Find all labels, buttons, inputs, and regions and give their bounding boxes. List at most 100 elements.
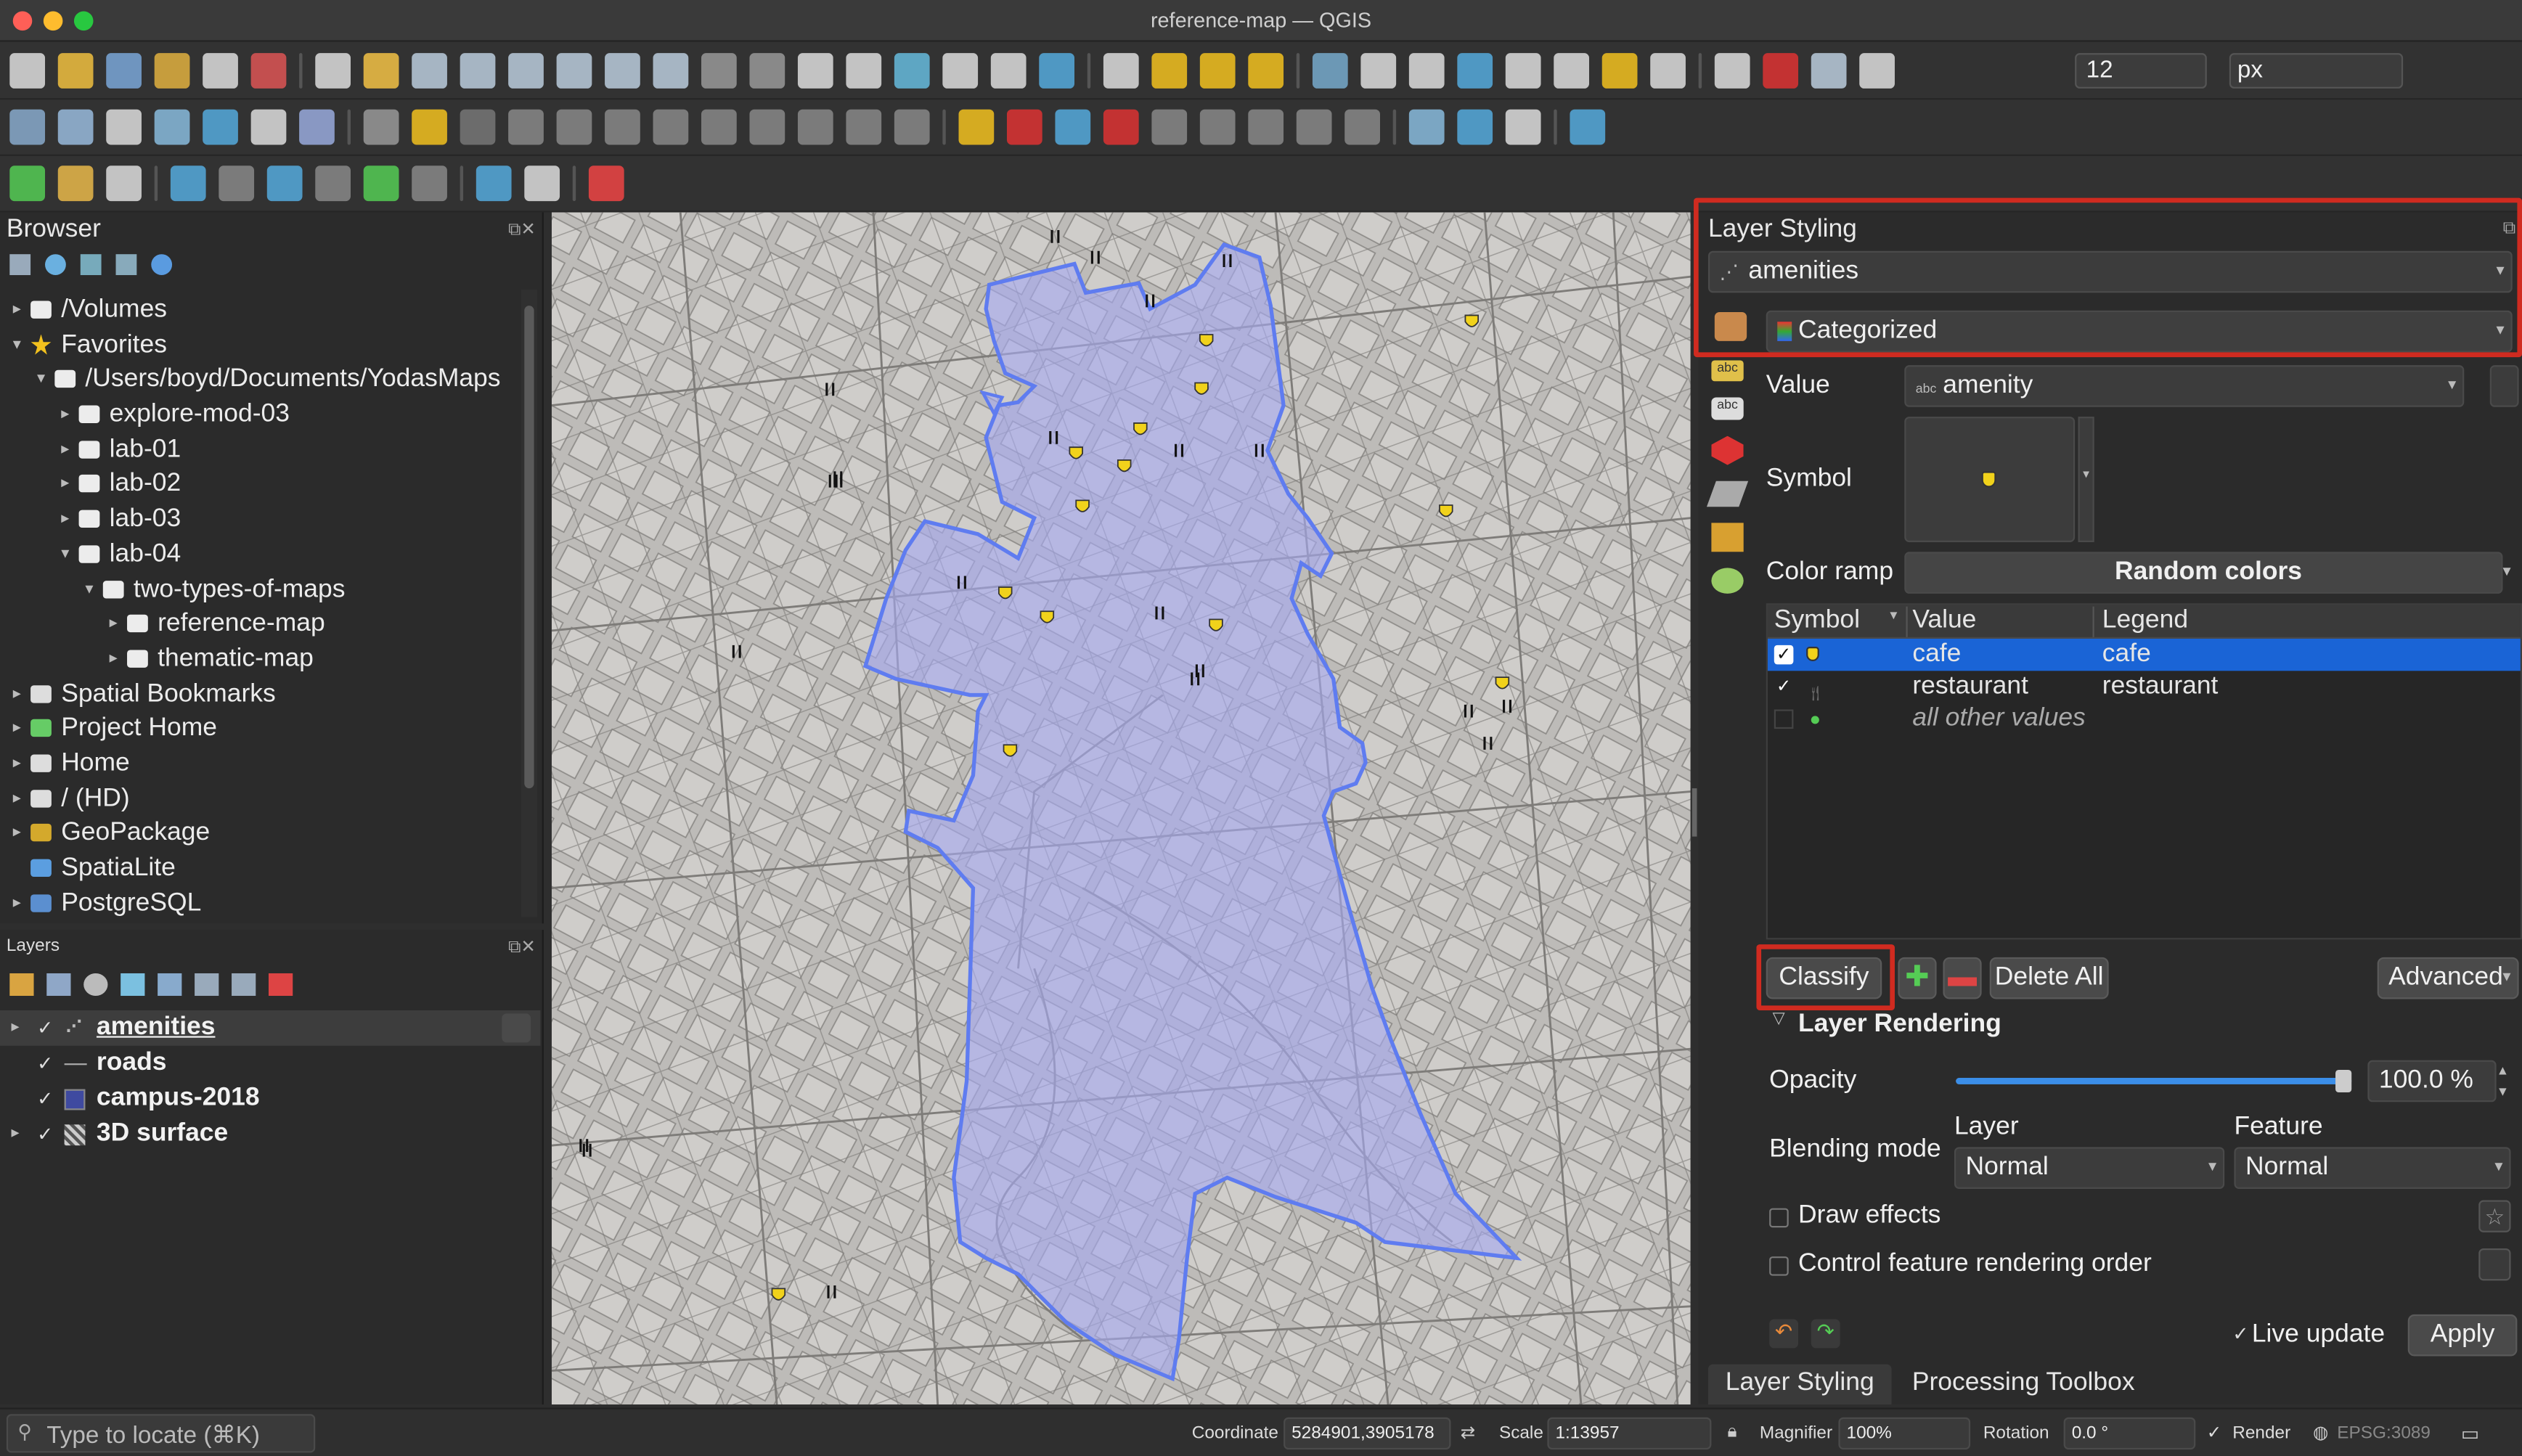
toolbar-tool-icon[interactable] [1103,109,1139,145]
toolbar-tool-icon[interactable] [170,165,206,202]
browser-item[interactable]: SpatiaLite [0,851,518,886]
masks-tab-icon[interactable]: abc [1711,397,1744,420]
filter-icon[interactable] [80,254,102,276]
toolbar-tool-icon[interactable] [412,165,447,202]
effects-star-icon[interactable]: ☆ [2478,1200,2511,1232]
labels-tab-icon[interactable]: abc [1711,360,1744,382]
toolbar-tool-icon[interactable] [315,52,351,88]
toolbar-tool-icon[interactable] [942,52,979,88]
dock-close-icon[interactable]: ⧉✕ [508,936,536,959]
browser-item[interactable]: ▾ lab-04 [0,537,518,572]
collapse-all-icon[interactable] [232,973,256,997]
header-value[interactable]: Value [1912,607,1976,636]
collapsed-arrow-icon[interactable]: ▸ [110,607,118,642]
rendering-tab-icon[interactable] [1711,568,1744,594]
toolbar-tool-icon[interactable] [1360,52,1397,88]
opacity-stepper[interactable]: ▲ ▼ [2497,1060,2516,1103]
collapsed-arrow-icon[interactable]: ▸ [13,293,21,327]
toolbar-tool-icon[interactable] [9,109,46,145]
collapsed-arrow-icon[interactable]: ▸ [110,642,118,676]
toolbar-tool-icon[interactable] [106,109,142,145]
collapsed-arrow-icon[interactable]: ▸ [12,1116,20,1152]
toolbar-tool-icon[interactable] [1296,109,1332,145]
collapsed-arrow-icon[interactable]: ▸ [61,467,69,502]
toolbar-tool-icon[interactable] [653,52,689,88]
toolbar-tool-icon[interactable] [1151,52,1188,88]
expanded-arrow-icon[interactable]: ▾ [13,327,21,362]
filter-expression-icon[interactable] [158,973,182,997]
layer-item[interactable]: ✓ roads [0,1046,540,1081]
blend-feature-select[interactable]: Normal ▾ [2234,1147,2511,1189]
unit-select[interactable]: px [2229,53,2404,89]
live-update-checkbox[interactable]: ✓ [2232,1322,2248,1345]
toolbar-tool-icon[interactable] [797,109,833,145]
toolbar-tool-icon[interactable] [250,109,287,145]
lock-scale-icon[interactable]: 🔒︎ [1728,1422,1737,1443]
toolbar-tool-icon[interactable] [363,52,399,88]
collapsed-arrow-icon[interactable]: ▸ [13,816,21,851]
toolbar-tool-icon[interactable] [1714,52,1750,88]
category-checkbox[interactable] [1774,709,1794,729]
manage-visibility-icon[interactable] [83,973,108,997]
browser-item[interactable]: ▸ GeoPackage [0,816,518,851]
order-settings-icon[interactable] [2478,1248,2511,1281]
redo-icon[interactable]: ↷ [1811,1319,1840,1349]
magnifier-field[interactable]: 100% [1838,1417,1971,1450]
layer-visibility-checkbox[interactable]: ✓ [37,1010,53,1046]
coordinate-field[interactable]: 5284901,3905178 [1284,1417,1451,1450]
toolbar-tool-icon[interactable] [203,52,238,88]
toolbar-tool-icon[interactable] [1103,52,1139,88]
toolbar-tool-icon[interactable] [1055,109,1091,145]
browser-item[interactable]: ▸ lab-02 [0,467,518,502]
open-styling-icon[interactable] [9,973,34,997]
toolbar-tool-icon[interactable] [460,52,496,88]
layer-visibility-checkbox[interactable]: ✓ [37,1116,53,1152]
toggle-extents-icon[interactable]: ⇄ [1461,1422,1475,1444]
toolbar-tool-icon[interactable] [266,165,303,202]
remove-layer-icon[interactable] [269,973,293,997]
map-canvas[interactable] [551,212,1691,1405]
toolbar-tool-icon[interactable] [846,109,882,145]
toolbar-tool-icon[interactable] [749,109,785,145]
browser-item[interactable]: ▸ Spatial Bookmarks [0,676,518,711]
tab-layer-styling[interactable]: Layer Styling [1707,1364,1892,1405]
remove-category-button[interactable]: ▬ [1943,957,1982,999]
toolbar-tool-icon[interactable] [605,52,640,88]
category-row[interactable]: ✓ cafe cafe [1767,638,2521,671]
toolbar-tool-icon[interactable] [749,52,785,88]
collapsed-arrow-icon[interactable]: ▸ [61,433,69,467]
expand-all-icon[interactable] [195,973,219,997]
expression-builder-button[interactable] [2489,365,2519,407]
locator-input[interactable]: ⚲ Type to locate (⌘K) [6,1414,316,1453]
advanced-menu-button[interactable]: Advanced ▾ [2377,957,2519,999]
category-row[interactable]: all other values [1768,703,2521,735]
header-symbol[interactable]: Symbol [1774,607,1860,636]
browser-item[interactable]: ▸ lab-03 [0,502,518,537]
toolbar-tool-icon[interactable] [1408,109,1445,145]
toolbar-tool-icon[interactable] [1457,109,1493,145]
dock-splitter[interactable] [1691,788,1697,837]
toolbar-tool-icon[interactable] [1811,52,1847,88]
toolbar-tool-icon[interactable] [106,165,142,202]
toolbar-tool-icon[interactable] [9,165,46,202]
add-category-button[interactable]: ✚ [1898,957,1937,999]
layer-item[interactable]: ▸ ✓ 3D surface [0,1116,540,1152]
toolbar-tool-icon[interactable] [588,165,624,202]
expanded-arrow-icon[interactable]: ▾ [85,572,93,607]
layer-item[interactable]: ✓ campus-2018 [0,1081,540,1116]
toolbar-tool-icon[interactable] [1408,52,1445,88]
collapsed-arrow-icon[interactable]: ▸ [13,746,21,781]
collapsed-arrow-icon[interactable]: ▸ [61,398,69,433]
collapsed-arrow-icon[interactable]: ▸ [13,886,21,921]
dock-close-icon[interactable]: ⧉✕ [508,218,536,241]
symbol-size-input[interactable]: 12 [2075,53,2207,89]
add-group-icon[interactable] [46,973,71,997]
browser-scrollbar[interactable] [521,289,538,917]
messages-icon[interactable]: ▭ [2461,1422,2479,1444]
browser-item[interactable]: ▸ reference-map [0,607,518,642]
toolbar-tool-icon[interactable] [1859,52,1895,88]
toolbar-tool-icon[interactable] [1505,52,1541,88]
toolbar-tool-icon[interactable] [701,109,737,145]
browser-item[interactable]: ▸ lab-01 [0,433,518,467]
toolbar-tool-icon[interactable] [460,109,496,145]
